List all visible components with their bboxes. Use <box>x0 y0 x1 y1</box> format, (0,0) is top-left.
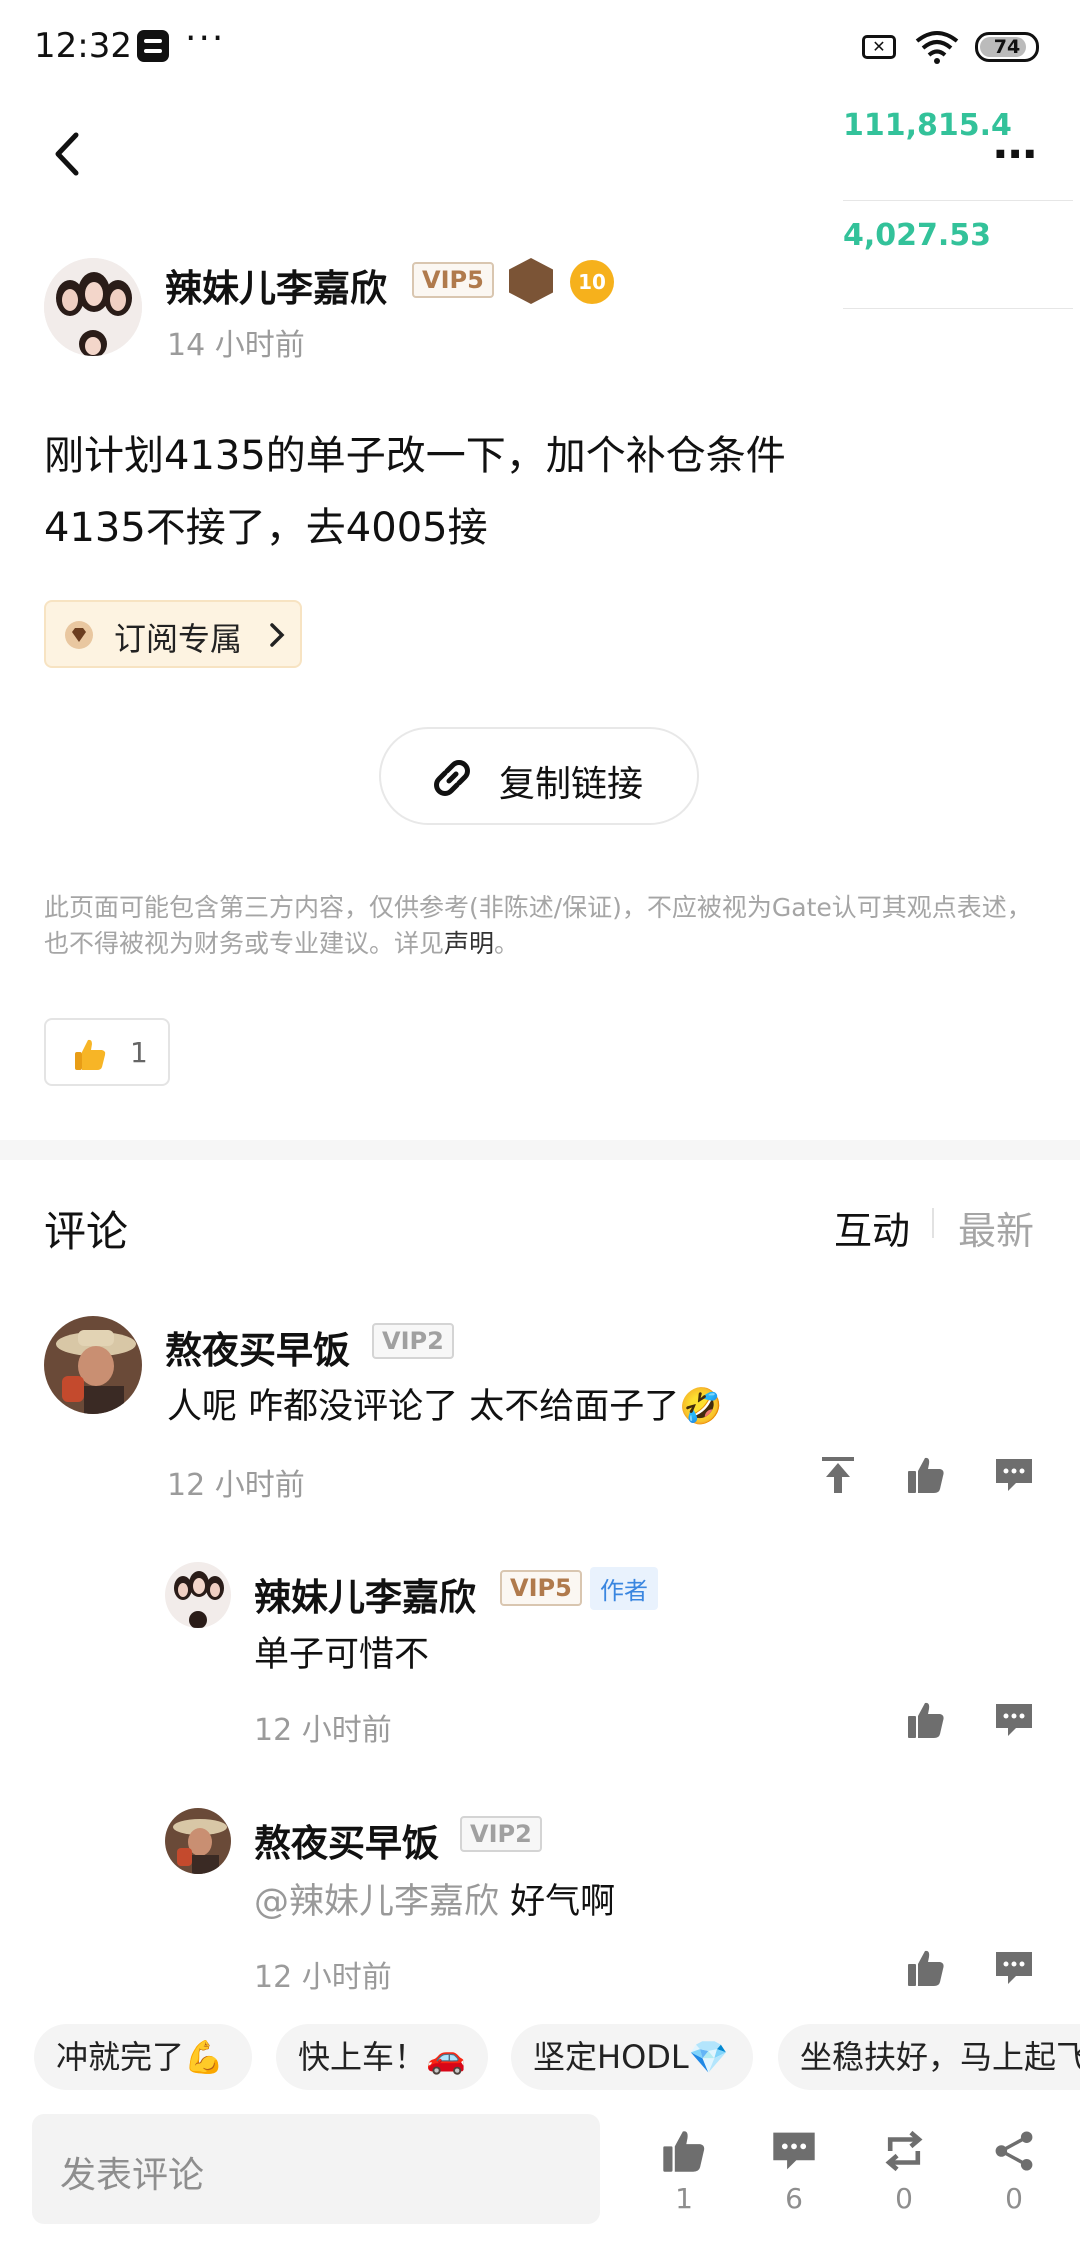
post-like-count: 1 <box>130 1036 148 1069</box>
repost-icon <box>881 2128 927 2174</box>
bottom-like-button[interactable]: 1 <box>644 2128 724 2215</box>
rank-badge-icon <box>509 258 553 304</box>
author-avatar[interactable] <box>44 258 142 356</box>
back-button[interactable] <box>46 125 90 183</box>
sort-separator <box>932 1208 934 1238</box>
quick-reply-chip[interactable]: 快上车！🚗 <box>276 2024 488 2090</box>
reply-comment-icon[interactable] <box>994 1700 1034 1740</box>
post-like-button[interactable]: 1 <box>44 1018 170 1086</box>
capcut-icon <box>137 30 169 62</box>
comments-title: 评论 <box>44 1207 129 1256</box>
ticker-price-1[interactable]: 111,815.4 <box>843 90 1073 201</box>
subscribe-label: 订阅专属 <box>114 620 243 658</box>
subscribe-exclusive-button[interactable]: 订阅专属 <box>44 600 302 668</box>
reply-comment-icon[interactable] <box>994 1455 1034 1495</box>
vip-badge: VIP5 <box>412 262 494 298</box>
laughing-emoji: 🤣 <box>679 1387 723 1427</box>
vip-badge: VIP5 <box>500 1570 582 1606</box>
comment-time: 12 小时前 <box>167 1468 305 1503</box>
comment-input[interactable]: 发表评论 <box>32 2114 600 2224</box>
level-badge: 10 <box>570 260 614 304</box>
chevron-right-icon <box>268 620 286 650</box>
reply-text: @辣妹儿李嘉欣 好气啊 <box>254 1882 616 1922</box>
quick-reply-chip[interactable]: 冲就完了💪 <box>34 2024 252 2090</box>
post-time: 14 小时前 <box>167 328 305 363</box>
status-time: 12:32 <box>34 26 132 66</box>
disclaimer-text: 此页面可能包含第三方内容，仅供参考(非陈述/保证)，不应被视为Gate认可其观点… <box>44 893 1032 958</box>
commenter-avatar[interactable] <box>44 1316 142 1414</box>
author-name[interactable]: 辣妹儿李嘉欣 <box>165 258 387 312</box>
comment-count: 6 <box>785 2182 803 2215</box>
chevron-left-icon <box>55 132 79 176</box>
reply-comment-icon[interactable] <box>994 1948 1034 1988</box>
post-line-2: 4135不接了，去4005接 <box>44 505 488 551</box>
share-count: 0 <box>1005 2182 1023 2215</box>
thumbs-up-emoji-icon <box>72 1036 108 1072</box>
section-divider <box>0 1140 1080 1160</box>
sort-latest-tab[interactable]: 最新 <box>958 1200 1034 1255</box>
reply-author-avatar[interactable] <box>165 1562 231 1628</box>
bottom-comment-button[interactable]: 6 <box>754 2128 834 2215</box>
ticker-price-2[interactable]: 4,027.53 <box>843 200 1073 309</box>
bottom-repost-button[interactable]: 0 <box>864 2128 944 2215</box>
mention-link[interactable]: @辣妹儿李嘉欣 <box>254 1882 499 1922</box>
copy-link-button[interactable]: 复制链接 <box>379 727 699 825</box>
comment-text: 人呢 咋都没评论了 太不给面子了🤣 <box>167 1387 723 1427</box>
post-body: 刚计划4135的单子改一下，加个补仓条件 4135不接了，去4005接 <box>44 420 786 564</box>
repost-count: 0 <box>895 2182 913 2215</box>
post-line-1: 刚计划4135的单子改一下，加个补仓条件 <box>44 433 786 479</box>
copy-link-label: 复制链接 <box>499 764 644 805</box>
vip-badge: VIP2 <box>372 1323 454 1359</box>
reply-like-icon[interactable] <box>906 1700 946 1740</box>
more-notifications-icon: ··· <box>185 18 226 59</box>
more-options-icon[interactable]: ··· <box>992 133 1038 177</box>
quick-reply-chip[interactable]: 坐稳扶好，马上起飞 <box>778 2024 1080 2090</box>
reply-like-icon[interactable] <box>906 1948 946 1988</box>
statement-link[interactable]: 声明 <box>444 929 494 958</box>
sort-interaction-tab[interactable]: 互动 <box>834 1200 910 1255</box>
reply-author-name[interactable]: 熬夜买早饭 <box>254 1813 439 1867</box>
wifi-icon <box>915 30 959 64</box>
reply-time: 12 小时前 <box>254 1713 392 1748</box>
author-tag: 作者 <box>590 1567 658 1610</box>
comment-icon <box>770 2128 818 2174</box>
share-icon <box>991 2128 1037 2174</box>
link-icon <box>429 755 475 801</box>
reply-time: 12 小时前 <box>254 1960 392 1995</box>
quick-reply-chip[interactable]: 坚定HODL💎 <box>511 2024 753 2090</box>
bottom-share-button[interactable]: 0 <box>974 2128 1054 2215</box>
comment-like-icon[interactable] <box>906 1455 946 1495</box>
battery-icon: 74 <box>975 32 1039 62</box>
diamond-icon <box>64 620 94 650</box>
pin-top-icon[interactable] <box>818 1455 858 1495</box>
commenter-name[interactable]: 熬夜买早饭 <box>165 1320 350 1374</box>
no-sim-icon: ✕ <box>862 35 896 59</box>
vip-badge: VIP2 <box>460 1816 542 1852</box>
thumbs-up-icon <box>661 2128 707 2174</box>
reply-text: 单子可惜不 <box>254 1635 430 1675</box>
reply-author-avatar[interactable] <box>165 1808 231 1874</box>
like-count: 1 <box>675 2182 693 2215</box>
reply-author-name[interactable]: 辣妹儿李嘉欣 <box>254 1567 476 1621</box>
